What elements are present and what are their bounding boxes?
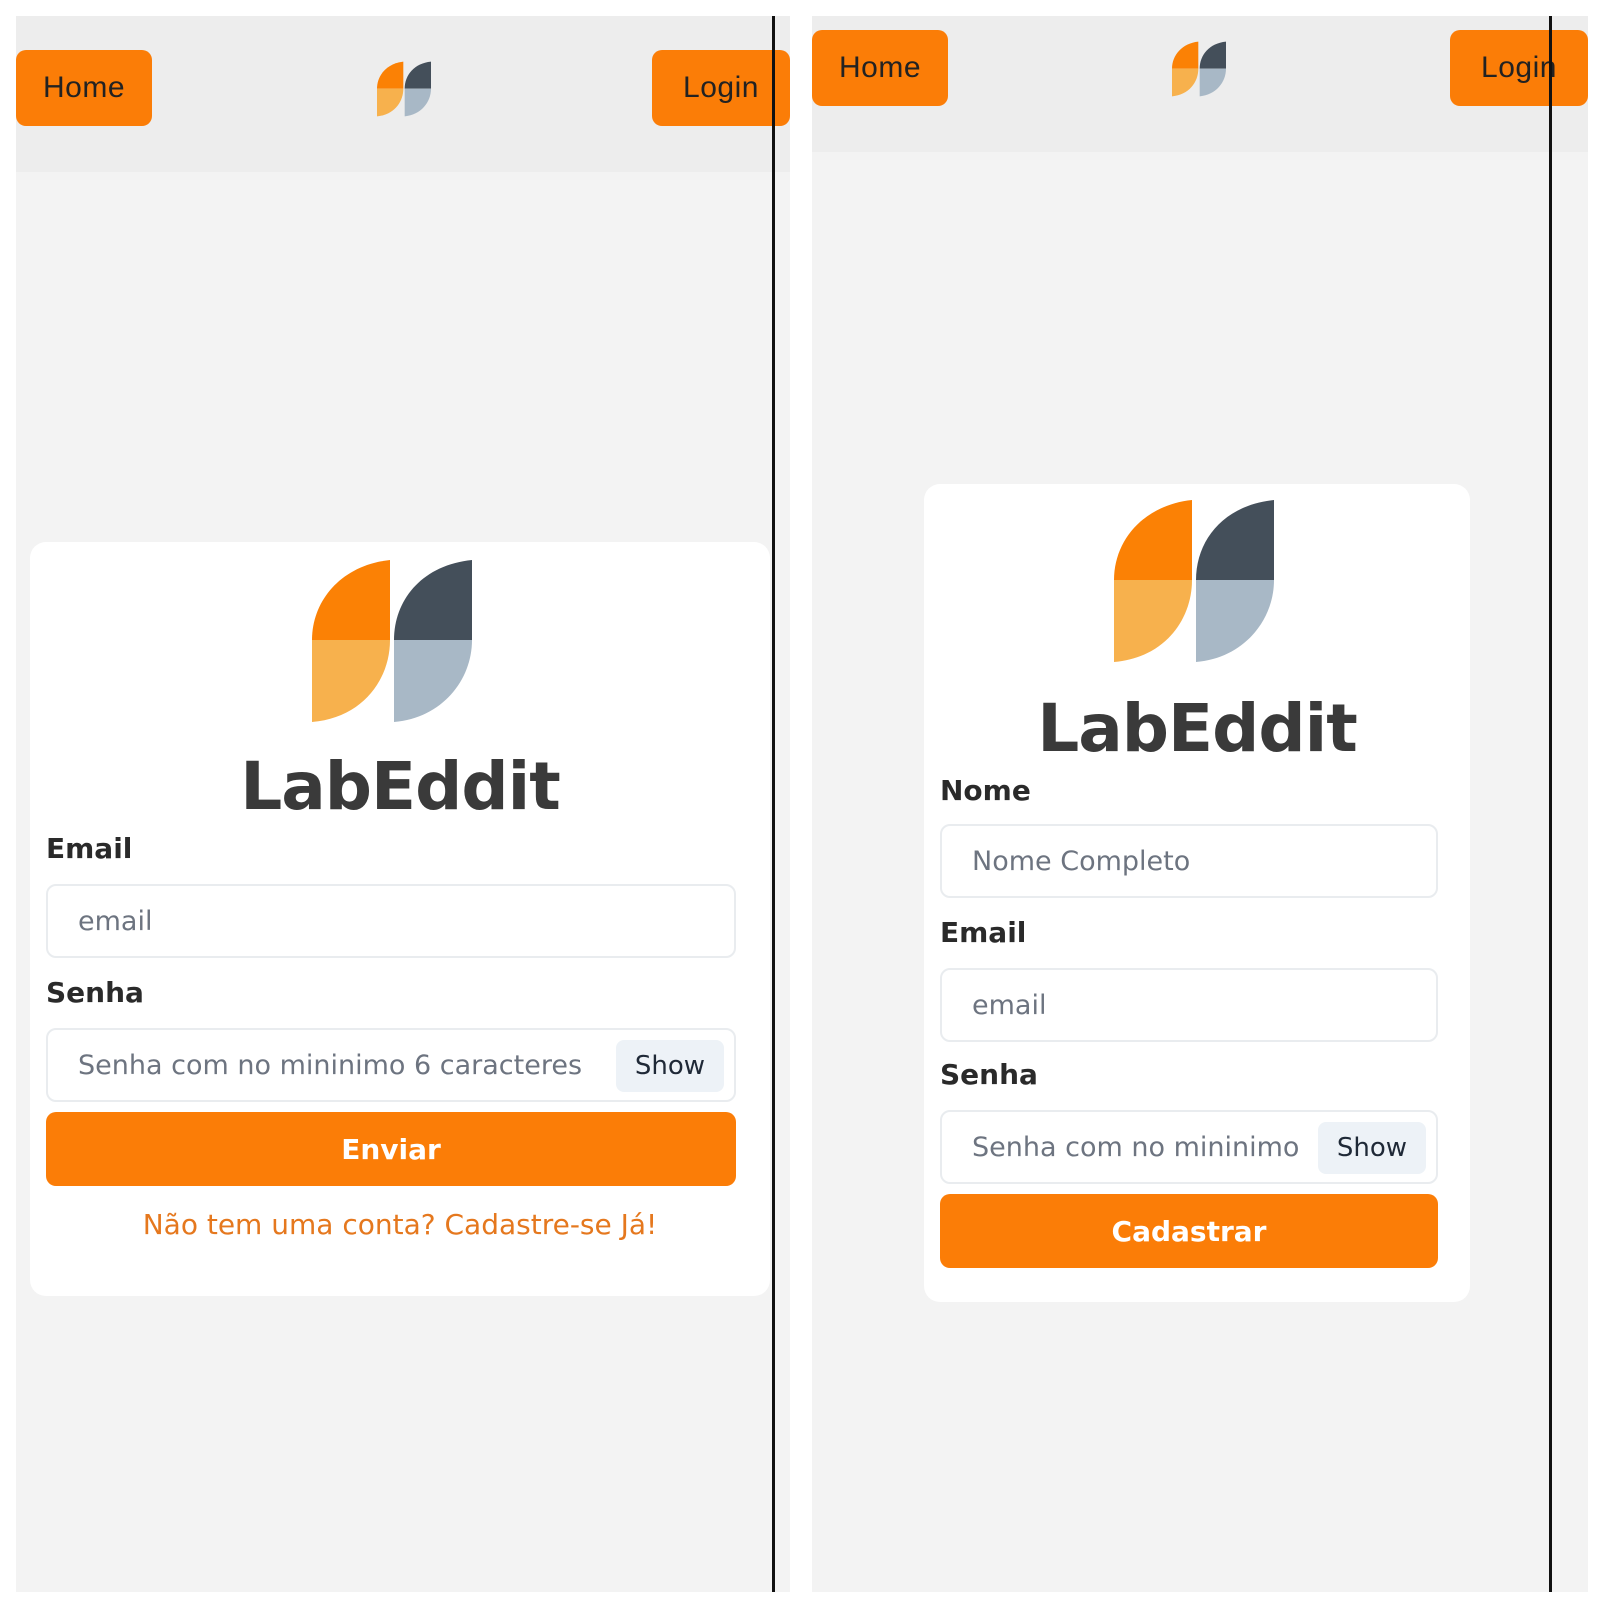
signup-card: LabEddit Nome Email Senha Show Cadastrar (924, 484, 1470, 1302)
email-label: Email (940, 916, 1027, 949)
show-password-button[interactable]: Show (1318, 1122, 1426, 1174)
home-button[interactable]: Home (812, 30, 948, 106)
name-label: Nome (940, 774, 1031, 807)
panel-divider (772, 16, 775, 1592)
labeddit-logo-icon (312, 560, 472, 722)
brand-title: LabEddit (240, 748, 561, 825)
signup-link[interactable]: Não tem uma conta? Cadastre-se Já! (30, 1208, 770, 1241)
labeddit-logo-icon (1114, 500, 1274, 662)
signup-screen: Home Login LabEddit Nome Email Senha Sho… (812, 16, 1588, 1592)
labeddit-logo-icon (377, 61, 431, 117)
home-button[interactable]: Home (16, 50, 152, 126)
email-field[interactable] (940, 968, 1438, 1042)
name-input[interactable] (972, 845, 1436, 877)
password-label: Senha (46, 976, 144, 1009)
submit-button[interactable]: Enviar (46, 1112, 736, 1186)
email-input[interactable] (78, 905, 734, 937)
email-field[interactable] (46, 884, 736, 958)
login-screen: Home Login LabEddit Email Senha Show Env… (16, 16, 790, 1592)
login-button[interactable]: Login (652, 50, 790, 126)
login-card: LabEddit Email Senha Show Enviar Não tem… (30, 542, 770, 1296)
show-password-button[interactable]: Show (616, 1040, 724, 1092)
brand-title: LabEddit (1037, 690, 1358, 767)
submit-button[interactable]: Cadastrar (940, 1194, 1438, 1268)
email-label: Email (46, 832, 133, 865)
password-label: Senha (940, 1058, 1038, 1091)
top-nav: Home Login (812, 16, 1588, 152)
login-button[interactable]: Login (1450, 30, 1588, 106)
password-field[interactable]: Show (46, 1028, 736, 1102)
top-nav: Home Login (16, 16, 790, 172)
name-field[interactable] (940, 824, 1438, 898)
labeddit-logo-icon (1172, 41, 1226, 97)
panel-divider (1549, 16, 1552, 1592)
email-input[interactable] (972, 989, 1436, 1021)
password-field[interactable]: Show (940, 1110, 1438, 1184)
